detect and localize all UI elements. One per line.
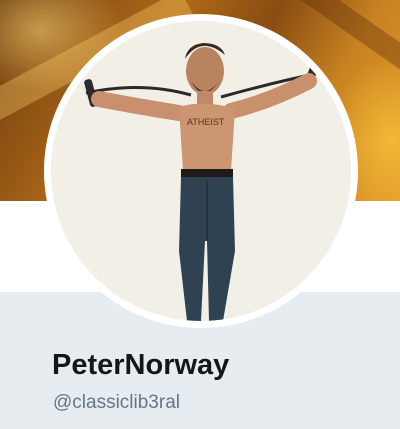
svg-text:ATHEIST: ATHEIST	[187, 117, 225, 127]
profile-display-name: PeterNorway	[52, 349, 230, 381]
profile-handle: @classiclib3ral	[53, 392, 180, 413]
avatar[interactable]: ATHEIST	[51, 21, 351, 321]
avatar-photo: ATHEIST	[51, 21, 351, 321]
